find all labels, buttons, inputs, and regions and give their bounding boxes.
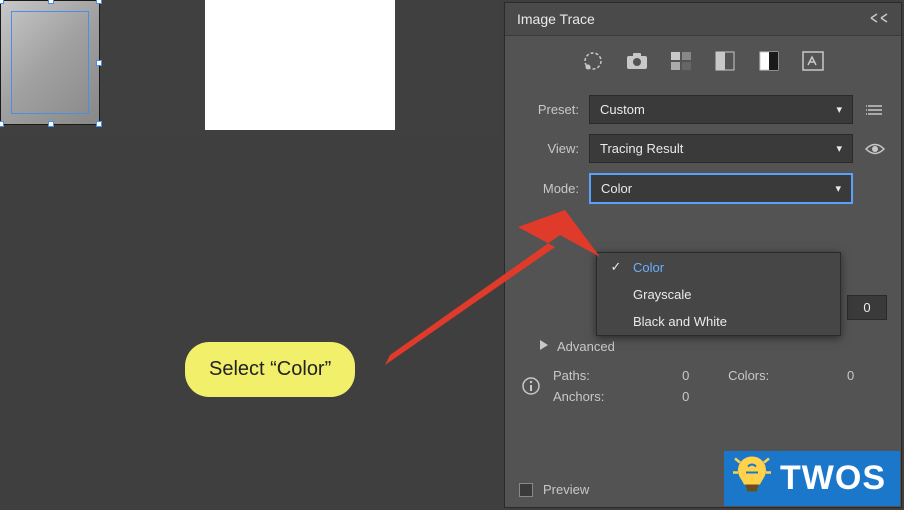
mode-option-label: Black and White <box>633 314 727 329</box>
chevron-down-icon: ▾ <box>836 142 842 155</box>
outline-icon[interactable] <box>800 50 826 72</box>
preview-label: Preview <box>543 482 589 497</box>
chevron-down-icon: ▾ <box>836 103 842 116</box>
mode-option-color[interactable]: ✓ Color <box>597 253 840 281</box>
preset-select[interactable]: Custom ▾ <box>589 95 853 124</box>
selection-handle[interactable] <box>96 0 102 4</box>
view-value: Tracing Result <box>600 141 683 156</box>
mode-label: Mode: <box>519 181 579 196</box>
view-label: View: <box>519 141 579 156</box>
selection-handle[interactable] <box>0 121 4 127</box>
canvas-area <box>0 0 500 135</box>
black-white-icon[interactable] <box>756 50 782 72</box>
color-grid-icon[interactable] <box>668 50 694 72</box>
paths-value: 0 <box>682 368 722 383</box>
selection-handle[interactable] <box>48 0 54 4</box>
grayscale-icon[interactable] <box>712 50 738 72</box>
arrow-annotation <box>360 195 620 365</box>
preset-icon-strip <box>505 36 901 90</box>
preset-label: Preset: <box>519 102 579 117</box>
mode-option-black-and-white[interactable]: Black and White <box>597 308 840 335</box>
mode-option-label: Color <box>633 260 664 275</box>
mode-select[interactable]: Color ▾ <box>589 173 853 204</box>
info-icon <box>519 377 543 395</box>
selection-handle[interactable] <box>0 0 4 4</box>
mode-value: Color <box>601 181 632 196</box>
mode-dropdown: ✓ Color Grayscale Black and White <box>596 252 841 336</box>
anchors-value: 0 <box>682 389 722 404</box>
anchors-label: Anchors: <box>553 389 676 404</box>
colors-label: Colors: <box>728 368 841 383</box>
preset-value: Custom <box>600 102 645 117</box>
selection-box <box>11 11 89 114</box>
selection-handle[interactable] <box>48 121 54 127</box>
chevron-down-icon: ▾ <box>835 182 841 195</box>
colors-value: 0 <box>847 368 887 383</box>
lightbulb-icon <box>732 452 772 505</box>
mode-option-grayscale[interactable]: Grayscale <box>597 281 840 308</box>
view-select[interactable]: Tracing Result ▾ <box>589 134 853 163</box>
preview-checkbox[interactable] <box>519 483 533 497</box>
panel-title: Image Trace <box>517 11 595 27</box>
mode-option-label: Grayscale <box>633 287 692 302</box>
selected-object-thumbnail[interactable] <box>0 0 100 125</box>
selection-handle[interactable] <box>96 121 102 127</box>
preset-options-icon[interactable] <box>863 103 887 117</box>
eye-icon[interactable] <box>863 142 887 156</box>
stats-row: Paths: 0 Colors: 0 Anchors: 0 <box>505 364 901 408</box>
auto-color-icon[interactable] <box>580 50 606 72</box>
preview-row: Preview <box>519 482 589 497</box>
paths-label: Paths: <box>553 368 676 383</box>
camera-icon[interactable] <box>624 50 650 72</box>
panel-menu-icon[interactable] <box>869 12 889 27</box>
colors-count-field[interactable]: 0 <box>847 295 887 320</box>
selection-handle[interactable] <box>96 60 102 66</box>
panel-header: Image Trace <box>505 3 901 36</box>
watermark-text: TWOS <box>780 459 886 497</box>
tutorial-callout: Select “Color” <box>185 342 355 397</box>
watermark-badge: TWOS <box>724 451 900 506</box>
artboard[interactable] <box>205 0 395 130</box>
